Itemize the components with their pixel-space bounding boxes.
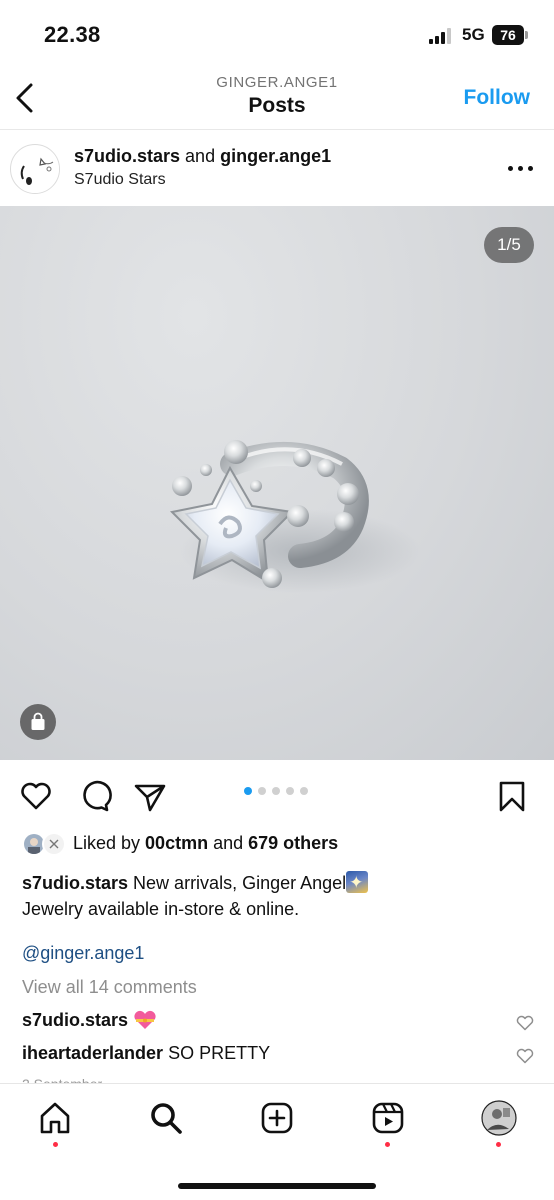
- post-caption: s7udio.stars New arrivals, Ginger Angel …: [22, 870, 532, 922]
- ring-photo: [169, 440, 420, 593]
- comment-row: iheartaderlander SO PRETTY: [22, 1043, 502, 1064]
- collab-username[interactable]: ginger.ange1: [220, 146, 331, 166]
- comment-like-button[interactable]: [516, 1015, 534, 1031]
- share-icon: [134, 784, 166, 812]
- image-counter: 1/5: [484, 227, 534, 263]
- tab-profile[interactable]: [481, 1100, 517, 1136]
- shopping-bag-button[interactable]: [20, 704, 56, 740]
- mention-link[interactable]: @ginger.ange1: [22, 943, 144, 964]
- shopping-bag-icon: [31, 712, 45, 730]
- caption-line-2: Jewelry available in-store & online.: [22, 899, 300, 919]
- comment-text: SO PRETTY: [163, 1043, 271, 1063]
- likes-text[interactable]: Liked by 00ctmn and 679 others: [73, 833, 338, 854]
- home-indicator: [178, 1183, 376, 1189]
- profile-avatar: [481, 1100, 517, 1136]
- post-location[interactable]: S7udio Stars: [74, 171, 166, 189]
- save-button[interactable]: [494, 778, 530, 814]
- post-authors[interactable]: s7udio.stars and ginger.ange1: [74, 146, 331, 167]
- tab-reels[interactable]: [370, 1100, 406, 1136]
- likes-others[interactable]: 679 others: [248, 833, 338, 853]
- nav-header: GINGER.ANGE1 Posts Follow: [0, 66, 554, 130]
- tab-home[interactable]: [37, 1100, 73, 1136]
- logo-avatar-image: [12, 146, 59, 193]
- likes-middle: and: [208, 833, 249, 853]
- heart-outline-icon: [516, 1015, 534, 1031]
- battery-icon: 76: [492, 25, 528, 45]
- post-header: s7udio.stars and ginger.ange1 S7udio Sta…: [0, 131, 554, 206]
- heart-icon: [21, 782, 51, 810]
- author-username[interactable]: s7udio.stars: [74, 146, 180, 166]
- authors-joiner: and: [180, 146, 221, 166]
- more-options-button[interactable]: [506, 158, 536, 178]
- heart-outline-icon: [516, 1048, 534, 1064]
- caption-username[interactable]: s7udio.stars: [22, 873, 128, 893]
- cellular-signal-icon: [429, 28, 455, 44]
- caption-line-1: New arrivals, Ginger Angel: [128, 873, 347, 893]
- status-bar: 22.38 5G 76: [0, 0, 554, 66]
- comment-row: s7udio.stars: [22, 1010, 502, 1031]
- follow-button[interactable]: Follow: [464, 86, 531, 110]
- post-image[interactable]: 1/5: [0, 206, 554, 760]
- create-icon: [261, 1102, 293, 1134]
- post-actions: [0, 772, 554, 820]
- liker-username[interactable]: 00ctmn: [145, 833, 208, 853]
- liker-avatar: [42, 832, 66, 856]
- heart-with-ribbon-emoji: [133, 1010, 157, 1030]
- reels-notification-dot: [385, 1142, 390, 1147]
- post-author-avatar[interactable]: [10, 144, 60, 194]
- carousel-indicator: [244, 787, 314, 797]
- search-icon: [151, 1103, 182, 1134]
- tab-search[interactable]: [148, 1100, 184, 1136]
- tab-create[interactable]: [259, 1100, 295, 1136]
- shooting-star-emoji: [346, 870, 369, 896]
- reels-icon: [372, 1102, 404, 1134]
- comment-icon: [83, 780, 112, 812]
- likes-prefix: Liked by: [73, 833, 146, 853]
- home-icon: [40, 1102, 70, 1134]
- status-time: 22.38: [44, 22, 101, 47]
- home-notification-dot: [53, 1142, 58, 1147]
- comment-button[interactable]: [76, 778, 112, 814]
- bottom-tab-bar: [0, 1083, 554, 1200]
- bookmark-icon: [499, 781, 525, 812]
- comment-username[interactable]: iheartaderlander: [22, 1043, 163, 1063]
- profile-notification-dot: [496, 1142, 501, 1147]
- network-type: 5G: [462, 25, 485, 44]
- comment-username[interactable]: s7udio.stars: [22, 1010, 128, 1030]
- view-all-comments-link[interactable]: View all 14 comments: [22, 977, 197, 998]
- share-button[interactable]: [132, 778, 168, 814]
- like-button[interactable]: [18, 778, 54, 814]
- comment-like-button[interactable]: [516, 1048, 534, 1064]
